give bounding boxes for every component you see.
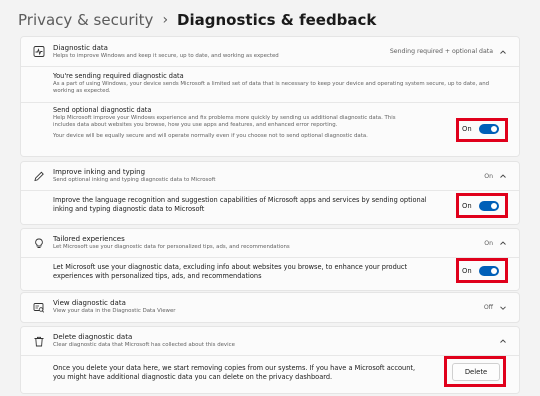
breadcrumb-privacy-security[interactable]: Privacy & security bbox=[18, 11, 153, 29]
inking-typing-card: Improve inking and typing Send optional … bbox=[20, 161, 520, 225]
highlight-box bbox=[456, 258, 508, 283]
breadcrumb-separator: › bbox=[162, 12, 169, 28]
page-header: Privacy & security › Diagnostics & feedb… bbox=[18, 8, 376, 32]
delete-data-text: Once you delete your data here, we start… bbox=[53, 364, 416, 381]
inking-typing-text: Improve the language recognition and sug… bbox=[53, 196, 427, 213]
diagnostic-data-card: Diagnostic data Helps to improve Windows… bbox=[20, 36, 520, 157]
view-diagnostic-data-title: View diagnostic data bbox=[53, 299, 126, 307]
diagnostic-data-icon bbox=[32, 45, 45, 58]
tailored-experiences-status: On bbox=[484, 239, 493, 247]
optional-data-desc: Help Microsoft improve your Windows expe… bbox=[53, 114, 396, 128]
delete-diagnostic-data-desc: Clear diagnostic data that Microsoft has… bbox=[53, 342, 235, 348]
chevron-up-icon[interactable] bbox=[499, 48, 507, 56]
lightbulb-icon bbox=[32, 237, 45, 250]
inking-typing-row: Improve the language recognition and sug… bbox=[21, 190, 519, 224]
pen-icon bbox=[32, 170, 45, 183]
delete-diagnostic-data-title: Delete diagnostic data bbox=[53, 333, 133, 341]
highlight-box bbox=[456, 193, 508, 218]
diagnostic-data-status: Sending required + optional data bbox=[389, 48, 493, 55]
tailored-experiences-title: Tailored experiences bbox=[53, 235, 125, 243]
tailored-experiences-desc: Let Microsoft use your diagnostic data f… bbox=[53, 244, 290, 250]
page-title: Diagnostics & feedback bbox=[177, 11, 377, 29]
optional-data-row: Send optional diagnostic data Help Micro… bbox=[21, 102, 519, 156]
required-data-desc: As a part of using Windows, your device … bbox=[53, 80, 490, 94]
tailored-experiences-header[interactable]: Tailored experiences Let Microsoft use y… bbox=[21, 229, 519, 257]
optional-data-title: Send optional diagnostic data bbox=[53, 106, 152, 114]
diagnostic-data-desc: Helps to improve Windows and keep it sec… bbox=[53, 53, 279, 59]
chevron-up-icon[interactable] bbox=[499, 172, 507, 180]
trash-icon bbox=[32, 335, 45, 348]
chevron-up-icon[interactable] bbox=[499, 337, 507, 345]
required-data-title: You're sending required diagnostic data bbox=[53, 72, 184, 80]
tailored-experiences-text: Let Microsoft use your diagnostic data, … bbox=[53, 263, 408, 280]
inking-typing-title: Improve inking and typing bbox=[53, 168, 146, 176]
required-data-row: You're sending required diagnostic data … bbox=[21, 66, 519, 102]
diagnostic-data-header[interactable]: Diagnostic data Helps to improve Windows… bbox=[21, 37, 519, 66]
highlight-box bbox=[444, 356, 506, 387]
view-diagnostic-data-status: Off bbox=[483, 304, 493, 311]
view-diagnostic-data-desc: View your data in the Diagnostic Data Vi… bbox=[53, 308, 176, 314]
tailored-experiences-row: Let Microsoft use your diagnostic data, … bbox=[21, 257, 519, 290]
chevron-up-icon[interactable] bbox=[499, 239, 507, 247]
highlight-box bbox=[456, 118, 508, 142]
view-diagnostic-data-card[interactable]: View diagnostic data View your data in t… bbox=[20, 292, 520, 323]
tailored-experiences-card: Tailored experiences Let Microsoft use y… bbox=[20, 228, 520, 291]
data-viewer-icon bbox=[32, 301, 45, 314]
inking-typing-desc: Send optional inking and typing diagnost… bbox=[53, 177, 216, 183]
inking-typing-header[interactable]: Improve inking and typing Send optional … bbox=[21, 162, 519, 190]
inking-typing-status: On bbox=[484, 172, 493, 180]
optional-data-note: Your device will be equally secure and w… bbox=[53, 132, 368, 139]
diagnostic-data-title: Diagnostic data bbox=[53, 44, 108, 52]
chevron-down-icon[interactable] bbox=[499, 304, 507, 312]
delete-diagnostic-data-header[interactable]: Delete diagnostic data Clear diagnostic … bbox=[21, 327, 519, 355]
